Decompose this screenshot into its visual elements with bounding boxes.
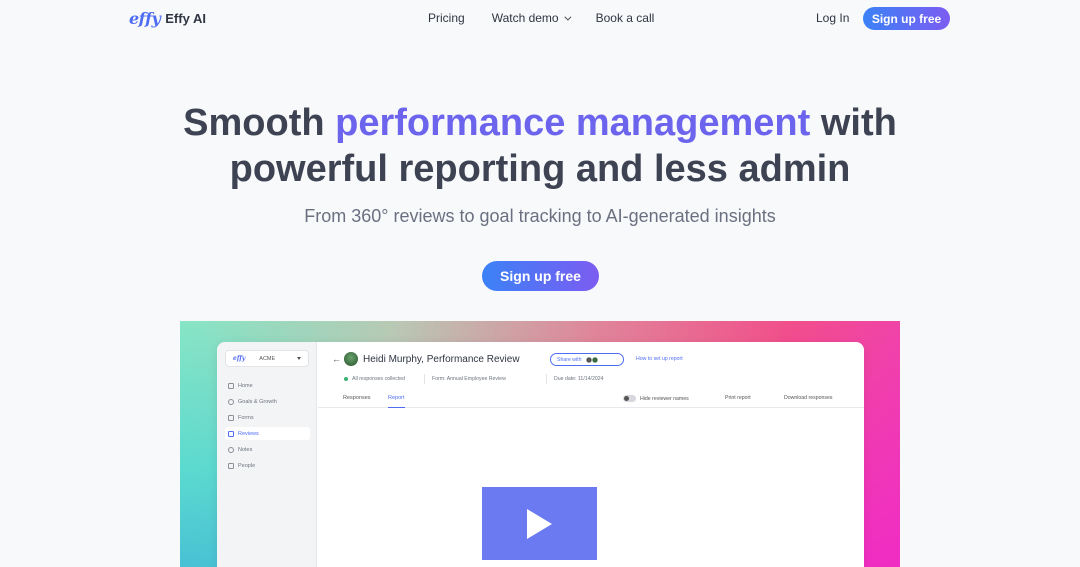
nav-link-watch-demo[interactable]: Watch demo — [491, 11, 572, 25]
org-switcher[interactable]: effy ACME — [225, 350, 309, 367]
hero-title-part1: Smooth — [183, 102, 336, 144]
demo-video[interactable] — [482, 487, 597, 560]
status-text: All responses collected — [352, 376, 406, 382]
back-arrow-icon[interactable]: ← — [332, 354, 341, 364]
logo[interactable]: effy Effy AI — [129, 9, 206, 28]
nav-link-pricing[interactable]: Pricing — [428, 11, 465, 25]
note-icon — [228, 446, 234, 453]
hero-title: Smooth performance management with power… — [0, 100, 1080, 192]
hero-title-part2: with — [810, 102, 897, 144]
nav-link-book-call[interactable]: Book a call — [596, 11, 655, 25]
caret-down-icon — [297, 357, 301, 360]
signup-button-nav[interactable]: Sign up free — [863, 7, 950, 30]
home-icon — [228, 382, 234, 389]
org-name: ACME — [259, 355, 276, 362]
hero-title-line2: powerful reporting and less admin — [229, 148, 851, 190]
sidebar-item-notes[interactable]: Notes — [225, 443, 310, 456]
share-button[interactable]: Share with — [550, 353, 624, 366]
divider — [424, 374, 425, 384]
form-icon — [228, 414, 234, 421]
hide-reviewer-toggle[interactable]: Hide reviewer names — [623, 395, 689, 402]
sidebar-item-home[interactable]: Home — [225, 379, 310, 392]
review-title: Heidi Murphy, Performance Review — [363, 354, 520, 365]
app-preview: effy ACME Home Goals & Growth Forms Revi… — [217, 342, 864, 567]
divider — [546, 374, 547, 384]
status-badge: All responses collected — [344, 376, 405, 382]
tab-responses[interactable]: Responses — [343, 395, 371, 408]
play-icon — [527, 509, 552, 539]
sidebar-item-people[interactable]: People — [225, 459, 310, 472]
share-label: Share with — [557, 356, 582, 363]
how-to-link[interactable]: How to set up report — [636, 356, 683, 362]
sidebar-item-label: Reviews — [238, 430, 259, 437]
signup-button-hero[interactable]: Sign up free — [482, 261, 599, 291]
hero-title-accent: performance management — [335, 102, 811, 144]
due-date[interactable]: Due date: 11/14/2024 — [554, 376, 604, 382]
org-logo: effy — [233, 355, 246, 362]
sidebar-item-reviews[interactable]: Reviews — [225, 427, 310, 440]
logo-text: Effy AI — [165, 11, 206, 26]
chevron-down-icon — [563, 13, 572, 21]
app-sidebar: effy ACME Home Goals & Growth Forms Revi… — [217, 342, 317, 567]
login-link[interactable]: Log In — [816, 11, 849, 25]
product-showcase: effy ACME Home Goals & Growth Forms Revi… — [180, 321, 900, 567]
form-link[interactable]: Form: Annual Employee Review — [432, 376, 506, 382]
target-icon — [228, 398, 234, 405]
tab-bar: Responses Report Hide reviewer names Pri… — [318, 392, 864, 408]
avatar — [344, 352, 358, 366]
sidebar-item-label: Notes — [238, 446, 253, 453]
toggle-switch[interactable] — [623, 395, 636, 402]
sidebar-item-forms[interactable]: Forms — [225, 411, 310, 424]
sidebar-item-label: People — [238, 462, 256, 469]
hero-subtitle: From 360° reviews to goal tracking to AI… — [304, 206, 776, 226]
nav-link-watch-demo-label: Watch demo — [491, 11, 559, 25]
status-dot-icon — [344, 377, 348, 381]
sidebar-item-label: Goals & Growth — [238, 398, 277, 405]
sidebar-item-label: Home — [238, 382, 253, 389]
sidebar-item-label: Forms — [238, 414, 254, 421]
shared-avatars — [585, 356, 600, 363]
sidebar-item-goals[interactable]: Goals & Growth — [225, 395, 310, 408]
logo-mark: effy — [129, 9, 161, 28]
print-report-button[interactable]: Print report — [725, 395, 751, 401]
app-main: ← Heidi Murphy, Performance Review Share… — [318, 342, 864, 567]
tab-report[interactable]: Report — [388, 395, 405, 408]
people-icon — [228, 462, 234, 469]
hide-reviewer-label: Hide reviewer names — [640, 395, 689, 402]
review-icon — [228, 430, 234, 437]
nav-links: Pricing Watch demo Book a call — [428, 11, 681, 25]
top-navigation: effy Effy AI Pricing Watch demo Book a c… — [0, 0, 1080, 36]
download-responses-button[interactable]: Download responses — [784, 395, 832, 401]
